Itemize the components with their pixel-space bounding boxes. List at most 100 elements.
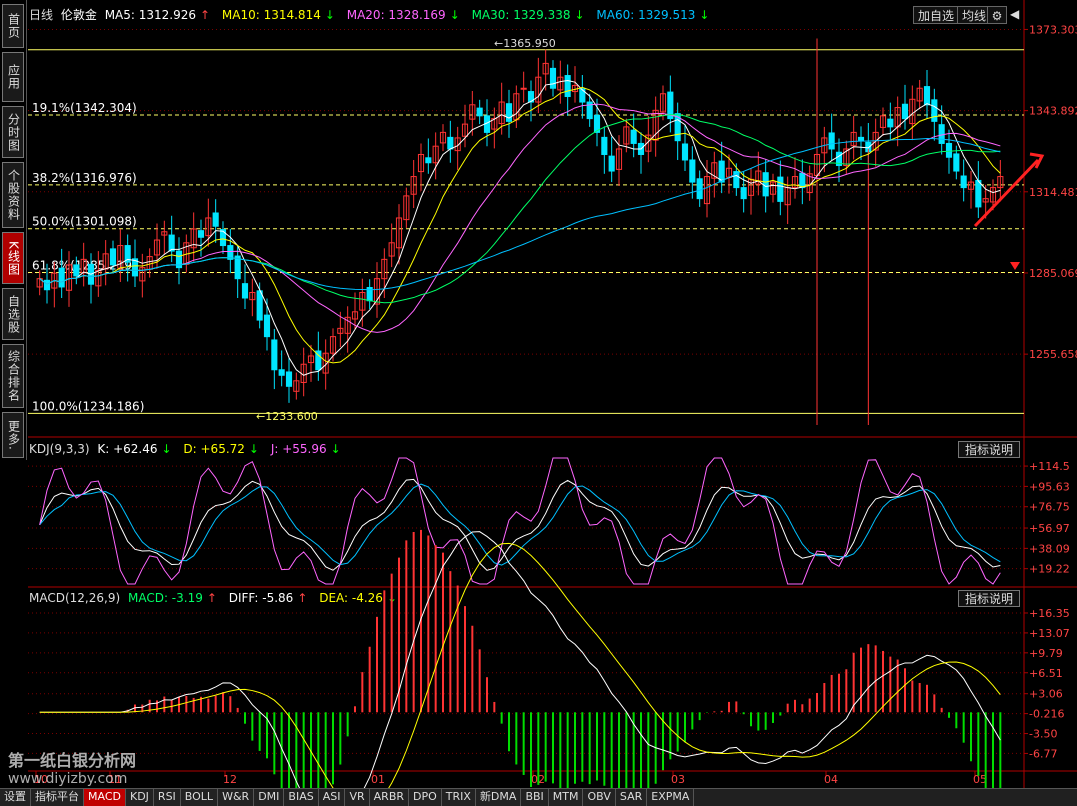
candle-body: [425, 157, 432, 164]
tab-[interactable]: 设置: [0, 789, 31, 806]
candle-body: [799, 172, 806, 189]
tab-boll[interactable]: BOLL: [180, 789, 219, 806]
watermark-url: www.diyizby.com: [8, 771, 128, 787]
candle-body: [520, 87, 527, 90]
watermark-title: 第一纸白银分析网: [8, 751, 137, 770]
candle-body: [476, 107, 483, 117]
candle-body: [73, 264, 80, 277]
candle-body: [901, 103, 909, 120]
tab-trix[interactable]: TRIX: [441, 789, 476, 806]
y-tick-label: 1255.658: [1029, 348, 1077, 361]
candle-body: [828, 132, 835, 150]
candle-body: [241, 283, 249, 299]
tab-macd[interactable]: MACD: [84, 789, 126, 806]
x-tick-label: 03: [671, 773, 685, 786]
candle-body: [285, 371, 293, 387]
candle-body: [740, 187, 747, 200]
y-tick-label: +76.75: [1029, 501, 1070, 514]
candle-body: [762, 172, 769, 197]
candle-body: [271, 339, 278, 371]
tab-vr[interactable]: VR: [345, 789, 370, 806]
candle-body: [58, 267, 65, 288]
candle-body: [975, 179, 982, 208]
fib-label: 19.1%(1342.304): [32, 101, 137, 115]
candle-body: [857, 136, 865, 142]
y-tick-label: -3.50: [1029, 728, 1057, 741]
candle-body: [630, 129, 637, 144]
candle-body: [168, 234, 175, 252]
candle-body: [931, 99, 938, 122]
y-tick-label: +56.97: [1029, 522, 1070, 535]
y-tick-label: -6.77: [1029, 747, 1057, 760]
candle-body: [945, 142, 953, 158]
tab-dmi[interactable]: DMI: [254, 789, 285, 806]
fib-label: 50.0%(1301.098): [32, 215, 137, 229]
y-tick-label: +19.22: [1029, 563, 1070, 576]
y-tick-label: +13.07: [1029, 627, 1070, 640]
tab-asi[interactable]: ASI: [318, 789, 346, 806]
candle-body: [219, 229, 227, 247]
y-tick-label: +16.35: [1029, 607, 1070, 620]
x-tick-label: 12: [223, 773, 237, 786]
candle-body: [109, 248, 117, 266]
candle-body: [960, 175, 967, 189]
y-tick-label: +3.06: [1029, 688, 1063, 701]
kdj-line-k: [39, 478, 1001, 571]
candle-body: [953, 153, 960, 172]
candle-body: [696, 178, 703, 200]
tab-obv[interactable]: OBV: [583, 789, 616, 806]
y-tick-label: +38.09: [1029, 542, 1070, 555]
candle-body: [256, 290, 263, 321]
watermark: 第一纸白银分析网 www.diyizby.com: [8, 752, 136, 788]
candle-body: [777, 176, 784, 202]
ma-line-ma10: [39, 86, 1001, 364]
macd-dea-line: [39, 542, 1001, 788]
candle-body: [681, 143, 689, 161]
candle-body: [608, 155, 615, 172]
tab-bbi[interactable]: BBI: [521, 789, 549, 806]
candle-body: [923, 86, 931, 106]
kline-chart[interactable]: 1373.303 1343.892 1314.481 1285.069 1255.658…: [0, 0, 1077, 788]
candle-body: [43, 279, 51, 291]
candle-body: [263, 314, 271, 338]
ma-line-ma60: [39, 138, 1001, 291]
low-annotation: ←1233.600: [256, 410, 318, 423]
y-tick-label: 1373.303: [1029, 23, 1077, 36]
tab-mtm[interactable]: MTM: [548, 789, 584, 806]
candle-body: [212, 212, 219, 227]
macd-diff-line: [39, 531, 1001, 788]
y-tick-label: +95.63: [1029, 480, 1070, 493]
tab-[interactable]: 指标平台: [31, 789, 84, 806]
y-tick-label: +9.79: [1029, 647, 1063, 660]
tab-dma[interactable]: 新DMA: [475, 789, 522, 806]
tab-expma[interactable]: EXPMA: [647, 789, 695, 806]
candle-body: [278, 369, 285, 376]
candle-body: [564, 75, 571, 98]
candle-body: [234, 255, 241, 280]
y-tick-label: -0.216: [1029, 708, 1064, 721]
y-tick-label: +6.51: [1029, 667, 1063, 680]
tab-rsi[interactable]: RSI: [153, 789, 181, 806]
tab-wr[interactable]: W&R: [218, 789, 255, 806]
y-tick-label: 1314.481: [1029, 186, 1077, 199]
y-tick-label: +114.5: [1029, 460, 1070, 473]
kdj-line-j: [39, 457, 1001, 585]
candle-body: [197, 230, 205, 238]
tab-sar[interactable]: SAR: [615, 789, 648, 806]
candle-body: [447, 136, 454, 150]
x-tick-label: 04: [824, 773, 838, 786]
tab-bias[interactable]: BIAS: [284, 789, 319, 806]
y-tick-label: 1285.069: [1029, 267, 1077, 280]
candle-body: [689, 159, 696, 183]
indicator-tab-bar: 设置 指标平台 MACD KDJ RSI BOLL W&R DMI BIAS ASI VR ARBR D…: [0, 788, 1077, 806]
high-annotation: ←1365.950: [494, 37, 556, 50]
ma-line-ma5: [39, 80, 1001, 376]
candle-body: [938, 124, 945, 144]
fib-label: 100.0%(1234.186): [32, 399, 144, 413]
fib-label: 38.2%(1316.976): [32, 171, 137, 185]
down-marker: [1010, 262, 1020, 270]
tab-dpo[interactable]: DPO: [409, 789, 442, 806]
tab-arbr[interactable]: ARBR: [369, 789, 410, 806]
tab-kdj[interactable]: KDJ: [125, 789, 154, 806]
candle-body: [505, 103, 513, 122]
